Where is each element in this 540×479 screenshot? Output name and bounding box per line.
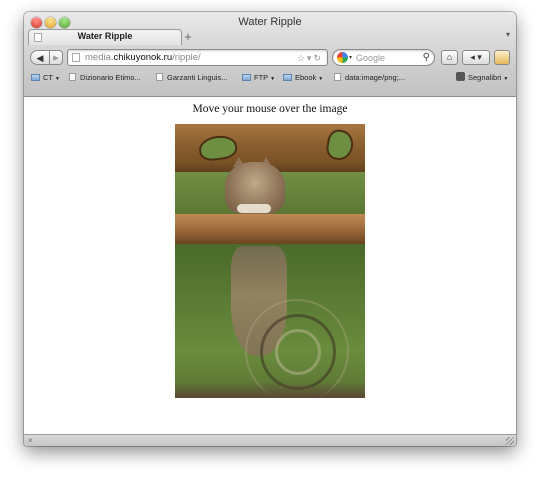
search-bar[interactable]: ▾ Google ⚲: [332, 49, 435, 66]
page-icon: [69, 73, 76, 81]
ripple-ring-inner: [275, 329, 321, 375]
window-title: Water Ripple: [238, 16, 302, 28]
history-icon: ◂ ▾: [470, 52, 482, 62]
tab-water-ripple[interactable]: Water Ripple: [28, 29, 182, 45]
page-content: Move your mouse over the image: [24, 97, 516, 434]
browser-chrome: Water Ripple Water Ripple + ▾ ◀ ▶ media.…: [24, 12, 516, 97]
url-prefix: media.: [85, 52, 114, 63]
page-icon: [334, 73, 341, 81]
folder-icon: [31, 74, 40, 81]
bookmark-star-icon[interactable]: ☆: [297, 53, 307, 63]
search-icon[interactable]: ⚲: [423, 51, 430, 65]
back-arrow-icon: ◀: [36, 53, 44, 63]
reflection-shadow: [175, 382, 365, 398]
url-text[interactable]: media.chikuyonok.ru/ripple/: [85, 51, 201, 65]
chevron-down-icon: ▼: [503, 76, 509, 82]
reload-icon[interactable]: ↻: [313, 53, 323, 63]
tab-label: Water Ripple: [77, 31, 133, 41]
bookmark-data-image[interactable]: data:image/png;...: [334, 71, 405, 85]
chevron-down-icon: ▼: [55, 76, 60, 82]
status-bar: ×: [24, 434, 516, 446]
bookmarks-icon: [456, 72, 465, 81]
resize-grip-icon[interactable]: [506, 437, 514, 445]
chevron-down-icon: ▼: [318, 76, 324, 82]
bookmark-garzanti[interactable]: Garzanti Linguis...: [156, 71, 227, 85]
history-button[interactable]: ◂ ▾: [462, 50, 490, 65]
chevron-down-icon: ▼: [270, 76, 276, 82]
new-tab-button[interactable]: +: [181, 30, 195, 43]
tab-list-chevron-icon[interactable]: ▾: [506, 30, 510, 39]
home-button[interactable]: ⌂: [441, 50, 458, 65]
url-host: chikuyonok.ru: [113, 52, 173, 63]
bench-seat: [175, 214, 365, 244]
search-input[interactable]: Google: [356, 51, 385, 65]
url-path: /ripple/: [172, 52, 201, 63]
address-bar[interactable]: media.chikuyonok.ru/ripple/ ☆▾↻: [67, 49, 328, 66]
bookmark-ct[interactable]: CT ▼: [31, 71, 60, 86]
cat-paws: [237, 204, 271, 213]
folder-icon: [283, 74, 292, 81]
url-favicon-icon: [72, 53, 80, 62]
back-button[interactable]: ◀: [30, 50, 50, 65]
bookmark-ebook[interactable]: Ebook ▼: [283, 71, 323, 86]
page-caption: Move your mouse over the image: [192, 103, 348, 115]
addon-button[interactable]: [494, 50, 510, 65]
ripple-image[interactable]: [175, 124, 365, 398]
close-addon-bar-icon[interactable]: ×: [28, 435, 33, 446]
page-icon: [156, 73, 163, 81]
folder-icon: [242, 74, 251, 81]
bookmark-ftp[interactable]: FTP ▼: [242, 71, 275, 86]
engine-dropdown-icon[interactable]: ▾: [349, 52, 352, 64]
google-engine-icon[interactable]: [337, 52, 348, 63]
bookmarks-menu[interactable]: Segnalibri ▼: [456, 71, 508, 86]
forward-arrow-icon: ▶: [53, 55, 59, 62]
forward-button[interactable]: ▶: [50, 50, 63, 65]
bookmark-dizionario[interactable]: Dizionario Etimo...: [69, 71, 141, 85]
bookmarks-toolbar: CT ▼ Dizionario Etimo... Garzanti Linguis…: [24, 71, 516, 85]
url-actions: ☆▾↻: [297, 51, 323, 65]
home-icon: ⌂: [446, 52, 453, 62]
browser-window: Water Ripple Water Ripple + ▾ ◀ ▶ media.…: [24, 12, 516, 446]
